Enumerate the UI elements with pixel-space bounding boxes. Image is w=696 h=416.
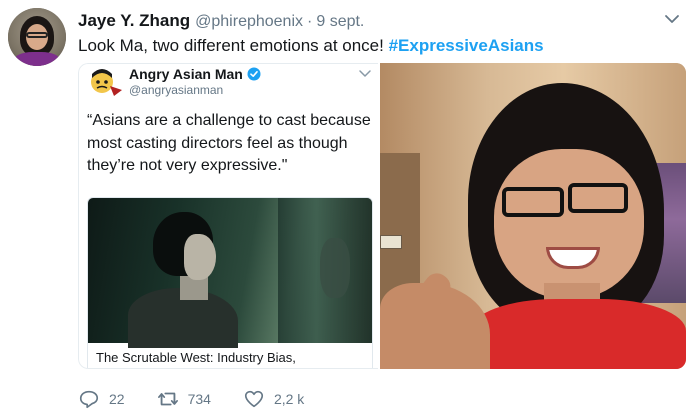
tweet-text: Look Ma, two different emotions at once!… [78,36,544,56]
user-handle[interactable]: @phirephoenix [195,13,303,31]
hashtag-link[interactable]: #ExpressiveAsians [389,36,544,55]
quoted-tweet-image[interactable]: Angry Asian Man @angryasianman “Asians a… [78,63,378,369]
tweet-actions: 22 734 2,2 k [78,387,336,411]
quoted-avatar [91,69,122,96]
timestamp[interactable]: 9 sept. [316,13,364,31]
retweet-count: 734 [187,391,211,407]
reply-button[interactable]: 22 [78,388,125,410]
avatar[interactable] [8,8,66,66]
chevron-down-icon[interactable] [663,10,681,28]
tweet: Jaye Y. Zhang @phirephoenix · 9 sept. Lo… [0,0,696,416]
tweet-body: Look Ma, two different emotions at once! [78,36,389,55]
card-title: The Scrutable West: Industry Bias, White… [96,350,338,368]
media-container: Angry Asian Man @angryasianman “Asians a… [78,63,686,369]
display-name[interactable]: Jaye Y. Zhang [78,11,190,31]
retweet-icon [157,392,178,406]
card-image [88,198,372,348]
link-card: The Scrutable West: Industry Bias, White… [87,197,373,368]
quoted-handle: @angryasianman [129,83,224,97]
like-button[interactable]: 2,2 k [243,388,304,410]
chevron-down-icon [359,70,371,77]
heart-icon [244,390,264,408]
retweet-button[interactable]: 734 [157,388,211,410]
quoted-text: “Asians are a challenge to cast because … [87,112,371,174]
photo-image[interactable] [380,63,686,369]
separator-dot: · [307,13,313,30]
verified-badge-icon [247,67,261,81]
reply-count: 22 [109,391,125,407]
tweet-header: Jaye Y. Zhang @phirephoenix · 9 sept. [78,11,364,31]
like-count: 2,2 k [273,391,305,407]
reply-icon [79,390,99,409]
quoted-display-name: Angry Asian Man [129,66,243,82]
